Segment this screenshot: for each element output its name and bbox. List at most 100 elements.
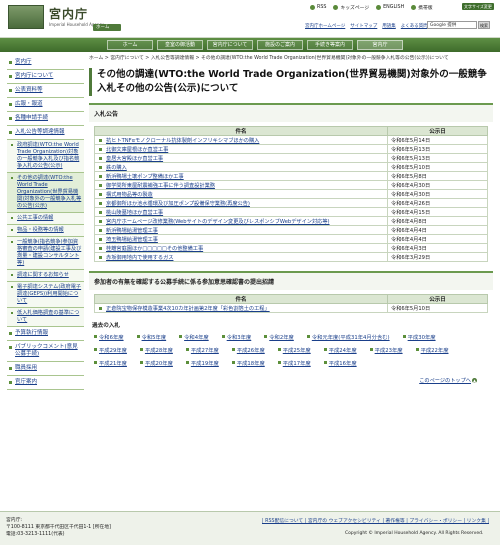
past-year-link[interactable]: 平成18年度	[231, 359, 265, 367]
past-year-link[interactable]: 平成19年度	[185, 359, 219, 367]
section-heading-notices: 入札公告	[89, 103, 493, 122]
nav-item-about[interactable]: 宮内庁について	[207, 40, 253, 50]
past-year-link[interactable]: 令和4年度	[179, 333, 209, 341]
sublink-glossary[interactable]: 用語集	[382, 23, 396, 29]
notice-link[interactable]: 鉄の購入	[106, 165, 127, 171]
notice-link[interactable]: 桂離宮庭園ほか□□□□□その他整備工事	[106, 246, 203, 252]
past-year-link[interactable]: 平成30年度	[402, 333, 436, 341]
column-header: 件名	[94, 126, 388, 136]
notice-link[interactable]: 抗ヒトTNFαモノクローナル抗体製剤インフリキシマブほかの購入	[106, 138, 259, 144]
sidebar-item[interactable]: 宮内庁	[7, 56, 84, 70]
past-year-link[interactable]: 令和3年度	[221, 333, 251, 341]
nav-item-activities[interactable]: 皇室の御活動	[157, 40, 203, 50]
past-year-link[interactable]: 平成17年度	[277, 359, 311, 367]
sidebar-subitem[interactable]: 物品・役務等の情報	[7, 225, 84, 237]
notice-title-cell: 北御文庫屋根ほか直営工事	[94, 144, 388, 154]
sidebar-item[interactable]: 予算執行情報	[7, 327, 84, 341]
past-year-link[interactable]: 令和2年度	[264, 333, 294, 341]
past-year-link[interactable]: 平成24年度	[323, 346, 357, 354]
notice-link[interactable]: 埼玉鴨場給湯管理工事	[106, 237, 158, 243]
notice-title-cell: 京都御所ほか池水循環及び加圧ポンプ設備保守業務(再度公告)	[94, 198, 388, 208]
sidebar-item[interactable]: 職員採用	[7, 362, 84, 376]
table-row: 構式用物品等の製造 令和6年4月30日	[94, 189, 488, 199]
notice-date-cell: 令和6年4月4日	[387, 234, 488, 244]
notice-link[interactable]: 皇居大宮殿ほか直営工事	[106, 156, 163, 162]
table-row: 新浜鴨場給湯管理工事 令和6年4月4日	[94, 225, 488, 235]
sidebar-subitem[interactable]: 低入札価格調査の基準について	[7, 308, 84, 327]
sidebar-subitem[interactable]: 公共工事の情報	[7, 213, 84, 225]
past-year-link[interactable]: 令和6年度	[94, 333, 124, 341]
past-year-link[interactable]: 平成22年度	[415, 346, 449, 354]
back-to-top-link[interactable]: このページのトップへ ▲	[419, 377, 477, 384]
breadcrumb: ホーム > 宮内庁について > 入札公告等調達情報 > その他の調達(WTO:t…	[89, 56, 449, 61]
notice-link[interactable]: 赤坂御用地内で使用するガス	[106, 255, 173, 261]
nav-item-home[interactable]: ホーム	[107, 40, 153, 50]
notice-link[interactable]: 北御文庫屋根ほか直営工事	[106, 147, 168, 153]
notice-date-cell: 令和6年4月4日	[387, 225, 488, 235]
search-input[interactable]: Google 提供	[427, 21, 477, 29]
table-row: 京都御所ほか池水循環及び加圧ポンプ設備保守業務(再度公告) 令和6年4月26日	[94, 198, 488, 208]
font-size-button[interactable]: 文字サイズ変更	[462, 3, 494, 10]
notice-link[interactable]: 桃山陵墓地ほか直営工事	[106, 210, 163, 216]
notice-link[interactable]: 宮内庁ホームページ改修業務(Webサイトのデザイン変更及びレスポンシブWebデザ…	[106, 219, 330, 225]
english-link[interactable]: ENGLISH	[376, 5, 404, 10]
section-heading-invites: 参加者の有無を確認する公募手続に係る参加意思確認書の提出招請	[89, 271, 493, 290]
past-year-link[interactable]: 平成23年度	[369, 346, 403, 354]
table-row: 御学問所東屋耐震補強工事に伴う調査設計業務 令和6年4月30日	[94, 180, 488, 190]
footer-links[interactable]: | RSS配信について | 宮内庁の ウェブアクセシビリティ | 著作権等 | …	[262, 517, 489, 524]
sidebar-item[interactable]: パブリックコメント(意見公募手続)	[7, 341, 84, 362]
kids-icon	[333, 5, 339, 10]
past-year-link[interactable]: 平成26年度	[231, 346, 265, 354]
sidebar-item[interactable]: 各種申請手続	[7, 112, 84, 126]
home-button[interactable]: ホーム	[93, 24, 121, 31]
notice-link[interactable]: 新浜鴨場給湯管理工事	[106, 228, 158, 234]
sidebar-item[interactable]: 官庁案内	[7, 376, 84, 390]
kids-link[interactable]: キッズページ	[333, 4, 369, 11]
past-year-link[interactable]: 令和5年度	[136, 333, 166, 341]
sidebar-item[interactable]: 公表資料等	[7, 84, 84, 98]
sidebar-subitem[interactable]: 調達に関するお知らせ	[7, 270, 84, 282]
notice-link[interactable]: 御学問所東屋耐震補強工事に伴う調査設計業務	[106, 183, 215, 189]
nav-item-facilities[interactable]: 施設のご案内	[257, 40, 303, 50]
notice-title-cell: 新浜鴨場給湯管理工事	[94, 225, 388, 235]
logo-image	[8, 5, 44, 29]
sublink-home[interactable]: 宮内庁ホームページ	[305, 23, 345, 29]
footer-agency: 宮内庁:	[6, 518, 23, 523]
site-logo[interactable]: 宮内庁 Imperial Household Agency	[8, 5, 104, 29]
table-row: 正倉院宝物保存模造事業4次10カ年計画第2年度「彩色割箔土の工程」 令和6年5月1…	[94, 303, 488, 313]
past-year-link[interactable]: 平成28年度	[139, 346, 173, 354]
sidebar-subitem[interactable]: 政府調達(WTO:the World Trade Organization)対象…	[7, 140, 84, 173]
arrow-up-icon: ▲	[472, 378, 477, 383]
notice-link[interactable]: 新浜鴨場土壌ポンプ整備ほか工事	[106, 174, 184, 180]
past-year-link[interactable]: 平成27年度	[185, 346, 219, 354]
notice-link[interactable]: 正倉院宝物保存模造事業4次10カ年計画第2年度「彩色割箔土の工程」	[106, 306, 270, 312]
notice-link[interactable]: 京都御所ほか池水循環及び加圧ポンプ設備保守業務(再度公告)	[106, 201, 250, 207]
sidebar-item[interactable]: 広報・報道	[7, 98, 84, 112]
sublink-sitemap[interactable]: サイトマップ	[350, 23, 377, 29]
past-year-link[interactable]: 平成25年度	[277, 346, 311, 354]
sidebar-item[interactable]: 入札公告等調達情報	[7, 126, 84, 140]
sidebar-subitem-current[interactable]: その他の調達(WTO:the World Trade Organization(…	[7, 173, 84, 213]
mobile-link[interactable]: 携帯版	[411, 4, 433, 11]
notice-link[interactable]: 構式用物品等の製造	[106, 192, 153, 198]
sidebar-subitem[interactable]: 一般競争(指名競争)参加資格審査の申請(建設工事及び測量・建設コンサルタント等)	[7, 237, 84, 270]
table-row: 埼玉鴨場給湯管理工事 令和6年4月4日	[94, 234, 488, 244]
past-year-link[interactable]: 平成21年度	[94, 359, 127, 367]
rss-link[interactable]: RSS	[310, 5, 326, 10]
notice-title-cell: 桃山陵墓地ほか直営工事	[94, 207, 388, 217]
nav-item-agency[interactable]: 宮内庁	[357, 40, 403, 50]
column-header: 公示日	[387, 126, 488, 136]
search-button[interactable]: 検索	[478, 21, 490, 29]
nav-item-procedures[interactable]: 手続き等案内	[307, 40, 353, 50]
past-year-link[interactable]: 平成20年度	[139, 359, 173, 367]
sublink-faq[interactable]: よくある質問	[401, 23, 428, 29]
past-year-link[interactable]: 平成16年度	[323, 359, 357, 367]
notices-table: 件名 公示日 抗ヒトTNFαモノクローナル抗体製剤インフリキシマブほかの購入令和…	[94, 126, 488, 262]
past-year-link[interactable]: 平成29年度	[94, 346, 127, 354]
sidebar: 宮内庁 宮内庁について 公表資料等 広報・報道 各種申請手続 入札公告等調達情報…	[7, 56, 84, 390]
sidebar-item[interactable]: 宮内庁について	[7, 70, 84, 84]
table-row: 皇居大宮殿ほか直営工事 令和6年5月13日	[94, 153, 488, 163]
sidebar-subitem[interactable]: 電子調達システム(政府電子調達(GEPS))利用開始について	[7, 282, 84, 308]
notice-title-cell: 構式用物品等の製造	[94, 189, 388, 199]
past-year-link[interactable]: 令和元年度(平成31年4月分含む)	[306, 333, 390, 341]
